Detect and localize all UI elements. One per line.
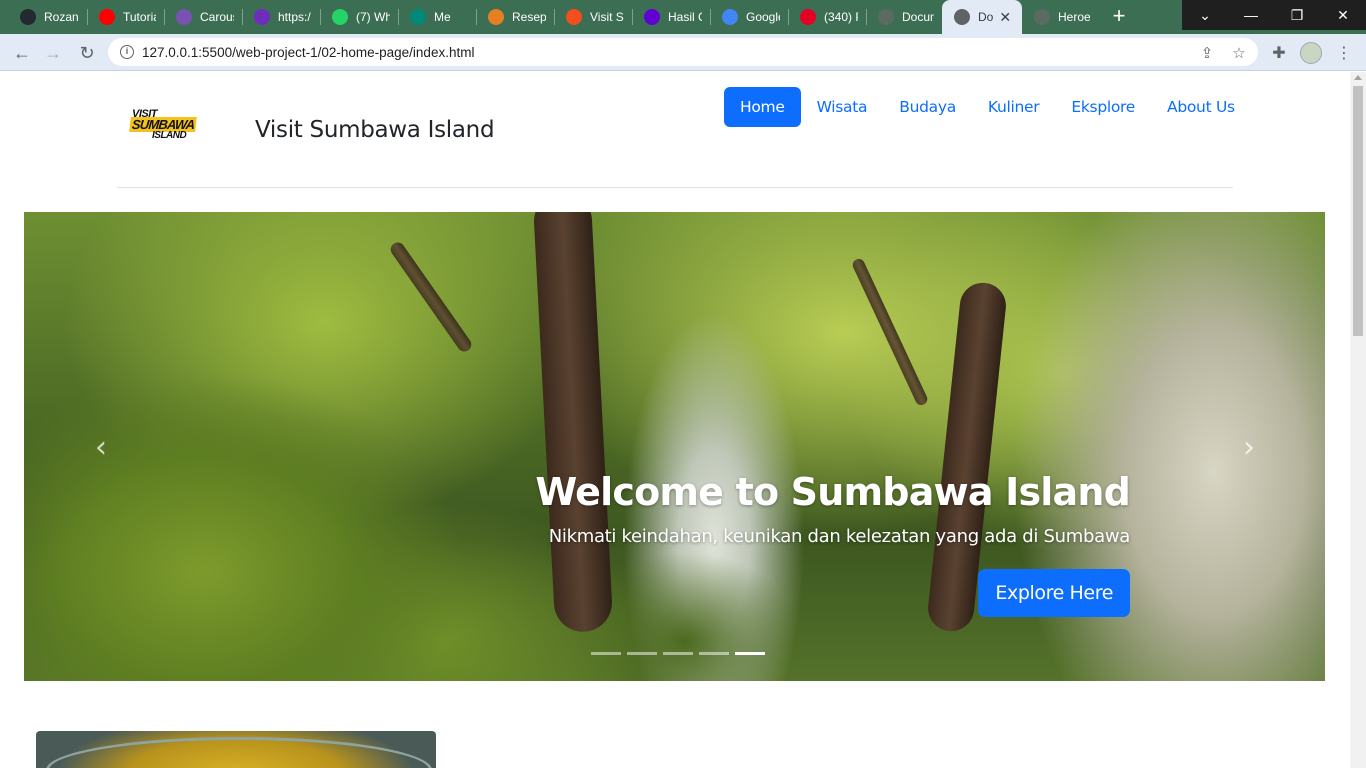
browser-tab[interactable]: Hasil C [632, 0, 710, 34]
nav-home[interactable]: Home [724, 87, 801, 127]
carousel-indicator[interactable] [627, 652, 657, 655]
tree-branch [850, 256, 930, 408]
browser-tab[interactable]: Carous [164, 0, 242, 34]
github-icon [20, 9, 36, 25]
globe-icon [954, 9, 970, 25]
site-brand-title[interactable]: Visit Sumbawa Island [255, 117, 495, 143]
restore-icon[interactable]: ❐ [1274, 0, 1320, 30]
google-translate-icon [722, 9, 738, 25]
carousel-indicators [588, 652, 768, 655]
close-tab-icon[interactable]: ✕ [999, 9, 1011, 26]
carousel-subtitle: Nikmati keindahan, keunikan dan kelezata… [548, 526, 1131, 547]
close-window-icon[interactable]: ✕ [1320, 0, 1366, 30]
page-icon [878, 9, 894, 25]
explore-button[interactable]: Explore Here [978, 569, 1130, 617]
nav-eksplore[interactable]: Eksplore [1055, 87, 1151, 127]
tab-title: Hasil C [668, 10, 702, 24]
figma-f-icon [254, 9, 270, 25]
nav-wisata[interactable]: Wisata [801, 87, 884, 127]
carousel-prev-icon[interactable]: ‹ [86, 433, 116, 464]
tab-search-icon[interactable]: ⌄ [1182, 0, 1228, 30]
page-viewport: VISIT SUMBAWA ISLAND Visit Sumbawa Islan… [0, 72, 1350, 768]
share-icon[interactable]: ⇪ [1196, 42, 1218, 64]
reload-icon[interactable]: ↻ [74, 40, 100, 66]
extensions-icon[interactable]: ✚ [1266, 40, 1292, 66]
back-icon[interactable]: ← [9, 40, 35, 66]
browser-tab[interactable]: Me [398, 0, 476, 34]
carousel-title: Welcome to Sumbawa Island [535, 470, 1130, 514]
figma-icon [566, 9, 582, 25]
tree-branch [387, 239, 475, 355]
header-divider [117, 187, 1233, 188]
carousel-indicator[interactable] [735, 652, 765, 655]
browser-tab[interactable]: Tutoria [87, 0, 164, 34]
browser-tab[interactable]: https:/ [242, 0, 320, 34]
browser-tab[interactable]: (340) P [788, 0, 866, 34]
whatsapp-icon [332, 9, 348, 25]
scrollbar-thumb[interactable] [1353, 86, 1363, 336]
minimize-icon[interactable]: — [1228, 0, 1274, 30]
nav-budaya[interactable]: Budaya [883, 87, 972, 127]
url-text: 127.0.0.1:5500/web-project-1/02-home-pag… [142, 44, 475, 60]
tab-title: Do [978, 10, 994, 24]
tab-title: Visit Su [590, 10, 624, 24]
forward-icon[interactable]: → [40, 40, 66, 66]
pinterest-icon [800, 9, 816, 25]
address-bar[interactable]: i 127.0.0.1:5500/web-project-1/02-home-p… [108, 38, 1258, 66]
bookmark-star-icon[interactable]: ☆ [1228, 42, 1250, 64]
browser-tab[interactable]: Heroes [1022, 0, 1098, 34]
site-info-icon[interactable]: i [120, 45, 134, 59]
carousel-indicator[interactable] [663, 652, 693, 655]
browser-tab[interactable]: (7) Wh [320, 0, 398, 34]
tab-title: Heroes [1058, 10, 1090, 24]
tab-title: Carous [200, 10, 234, 24]
recipe-icon [488, 9, 504, 25]
meet-icon [410, 9, 426, 25]
browser-tab-strip: Rozanc Tutoria Carous https:/ (7) Wh Me Resep V… [0, 0, 1366, 34]
profile-avatar[interactable] [1300, 42, 1322, 64]
browser-tab[interactable]: Resep [476, 0, 554, 34]
carousel-next-icon[interactable]: › [1234, 433, 1264, 464]
carousel-caption: Welcome to Sumbawa Island Nikmati keinda… [535, 470, 1131, 617]
tab-title: Me [434, 10, 451, 24]
browser-tab[interactable]: Visit Su [554, 0, 632, 34]
new-tab-button[interactable]: + [1106, 4, 1132, 30]
tab-title: Tutoria [123, 10, 156, 24]
youtube-icon [99, 9, 115, 25]
bootstrap-icon [176, 9, 192, 25]
browser-tab[interactable]: Google [710, 0, 788, 34]
browser-tab[interactable]: Rozanc [8, 0, 87, 34]
food-card-image[interactable] [36, 731, 436, 768]
tab-title: (340) P [824, 10, 858, 24]
tab-title: Google [746, 10, 780, 24]
tab-title: https:/ [278, 10, 311, 24]
menu-kebab-icon[interactable]: ⋮ [1331, 40, 1357, 66]
carousel-indicator[interactable] [591, 652, 621, 655]
carousel-indicator[interactable] [699, 652, 729, 655]
tab-title: Rozanc [44, 10, 79, 24]
browser-tab[interactable]: Do ✕ [942, 0, 1022, 34]
logo-line-3: ISLAND [152, 130, 187, 141]
page-icon [1034, 9, 1050, 25]
site-logo[interactable]: VISIT SUMBAWA ISLAND [128, 108, 198, 142]
nav-kuliner[interactable]: Kuliner [972, 87, 1055, 127]
tab-title: (7) Wh [356, 10, 390, 24]
tab-title: Resep [512, 10, 546, 24]
main-nav: Home Wisata Budaya Kuliner Eksplore Abou… [724, 87, 1251, 127]
yahoo-icon [644, 9, 660, 25]
scroll-up-icon[interactable] [1354, 75, 1362, 80]
tab-title: Docum [902, 10, 934, 24]
page-scrollbar[interactable] [1350, 72, 1366, 768]
browser-tab[interactable]: Docum [866, 0, 942, 34]
browser-toolbar: ← → ↻ i 127.0.0.1:5500/web-project-1/02-… [0, 34, 1366, 71]
hero-carousel: ‹ › Welcome to Sumbawa Island Nikmati ke… [24, 212, 1325, 681]
nav-about-us[interactable]: About Us [1151, 87, 1251, 127]
